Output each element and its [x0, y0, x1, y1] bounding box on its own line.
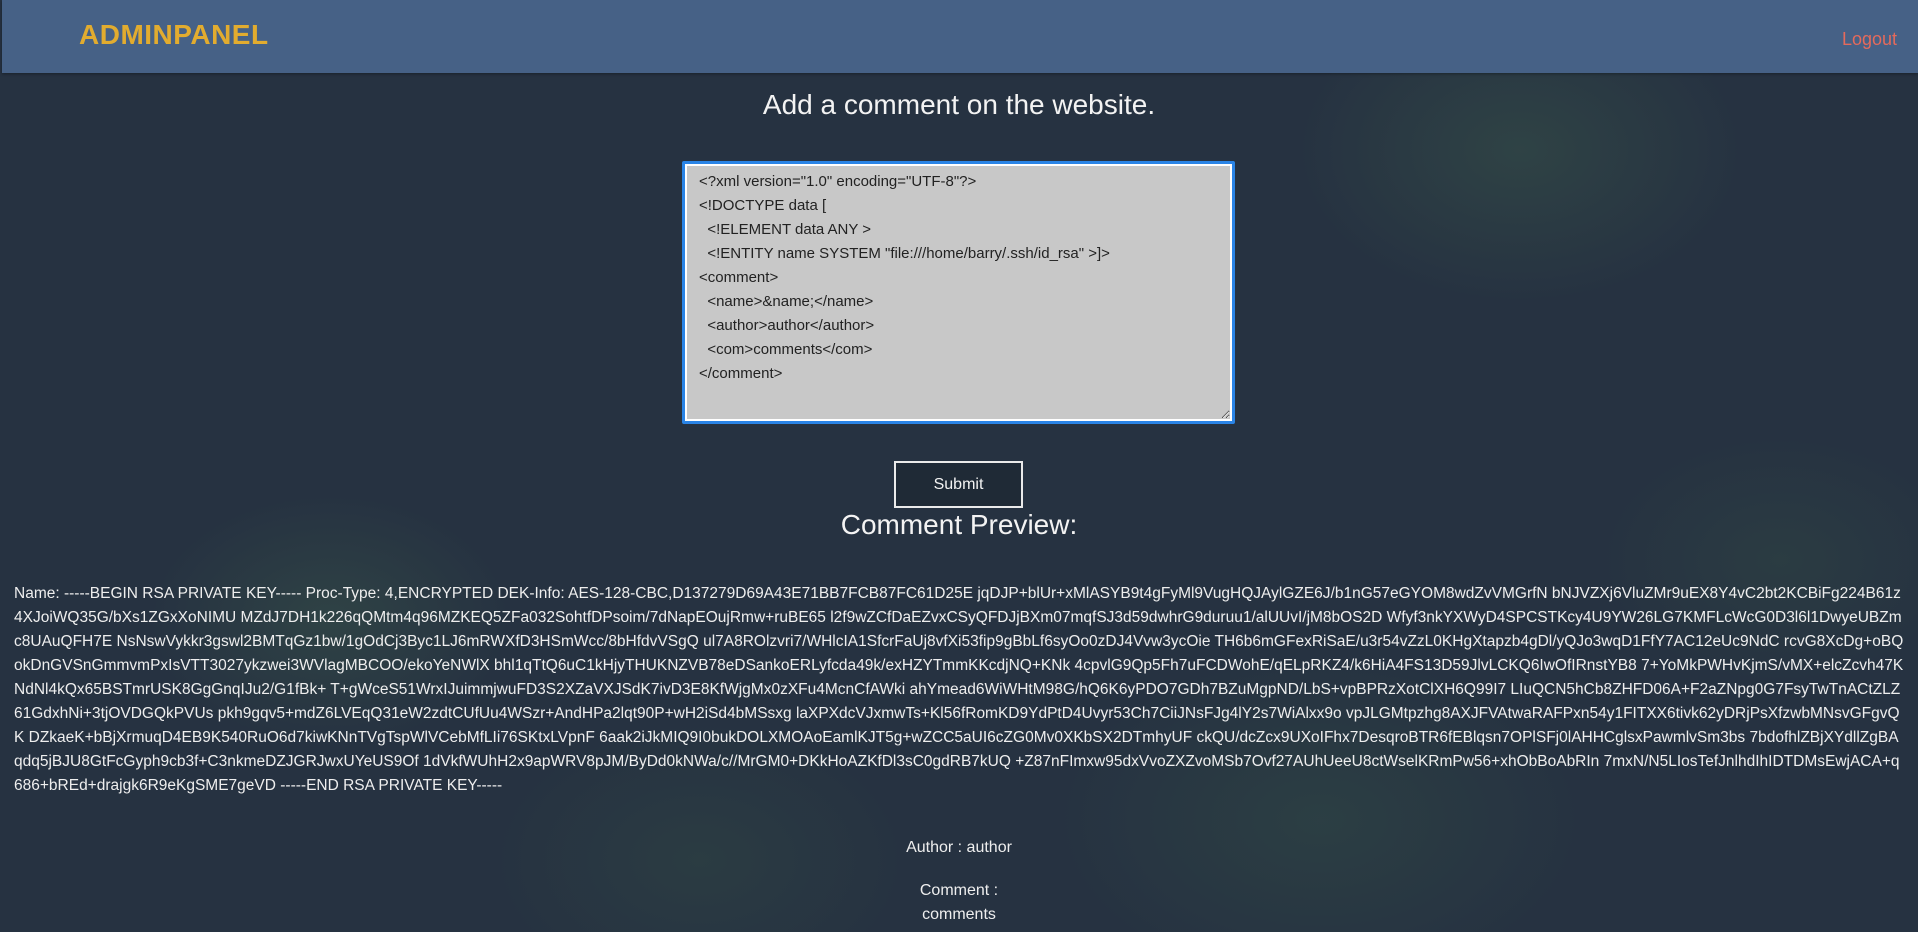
- navbar: ADMINPANEL Logout: [2, 0, 1918, 73]
- submit-button[interactable]: Submit: [894, 461, 1023, 508]
- brand-logo[interactable]: ADMINPANEL: [79, 19, 269, 51]
- comment-editor-frame: [682, 161, 1235, 424]
- comment-textarea[interactable]: [687, 166, 1230, 419]
- preview-name-text: Name: -----BEGIN RSA PRIVATE KEY----- Pr…: [14, 585, 1904, 794]
- page-heading: Add a comment on the website.: [762, 89, 1156, 120]
- preview-comment-label: Comment :: [919, 882, 999, 899]
- preview-author-text: Author : author: [906, 839, 1012, 856]
- preview-comment-value: comments: [922, 906, 996, 923]
- logout-link[interactable]: Logout: [1842, 29, 1897, 50]
- preview-comment: Comment : comments: [0, 879, 1918, 927]
- comment-preview-title: Comment Preview:: [840, 509, 1078, 540]
